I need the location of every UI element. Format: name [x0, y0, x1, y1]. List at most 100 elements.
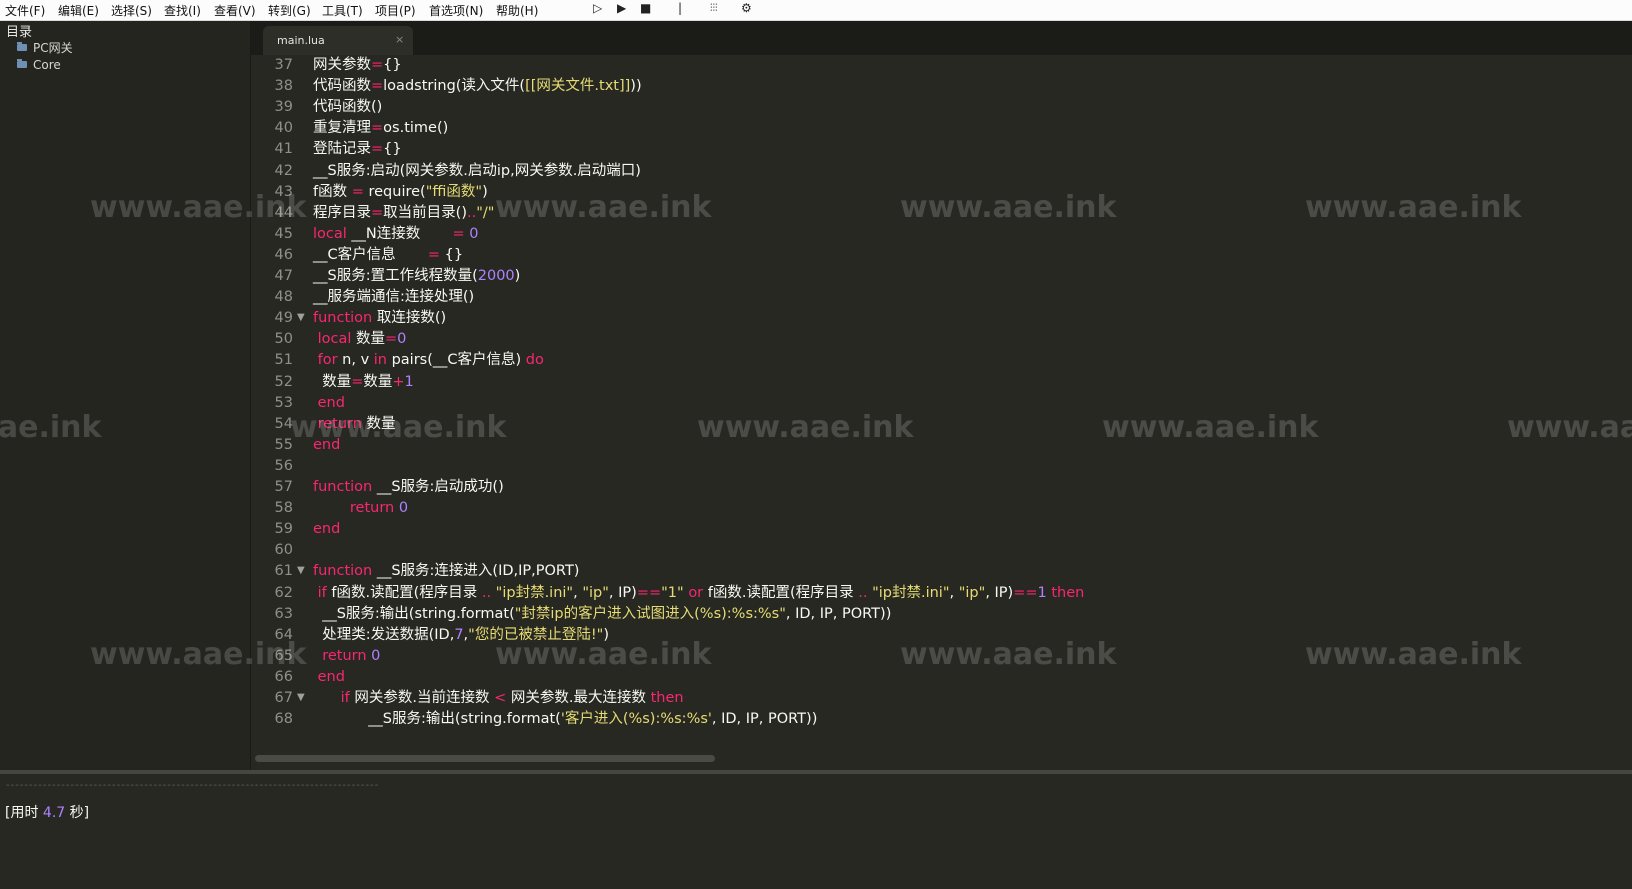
- line-number: 67: [274, 690, 293, 706]
- code-line[interactable]: 49 ▼ function 取连接数(): [251, 307, 1632, 329]
- line-number: 57: [274, 479, 293, 495]
- sidebar-item-pc-gateway[interactable]: PC网关: [17, 39, 73, 56]
- code-line[interactable]: 61 ▼ function __S服务:连接进入(ID,IP,PORT): [251, 560, 1632, 582]
- watermark: www.aae.ink: [697, 410, 914, 445]
- code-text: if f函数.读配置(程序目录 .. "ip封禁.ini", "ip", IP)…: [317, 584, 1085, 601]
- code-text: 代码函数=loadstring(读入文件([[网关文件.txt]])): [313, 78, 642, 95]
- fold-arrow-icon[interactable]: ▼: [297, 560, 305, 582]
- menu-help[interactable]: 帮助(H): [496, 2, 538, 19]
- menu-project[interactable]: 项目(P): [375, 2, 416, 19]
- tab-bar: main.lua ×: [251, 21, 1632, 55]
- sidebar-item-label: PC网关: [33, 41, 73, 55]
- code-text: end: [313, 521, 341, 538]
- code-text: 登陆记录={}: [313, 141, 402, 158]
- code-line[interactable]: 56: [251, 455, 1632, 477]
- code-text: f函数 = require("ffi函数"): [313, 183, 488, 200]
- code-line[interactable]: 47 __S服务:置工作线程数量(2000): [251, 265, 1632, 287]
- menu-tools[interactable]: 工具(T): [322, 2, 363, 19]
- code-line[interactable]: 40 重复清理=os.time(): [251, 117, 1632, 139]
- sidebar-item-core[interactable]: Core: [17, 58, 61, 72]
- code-text: __C客户信息 = {}: [313, 246, 464, 263]
- watermark: www.aae.ink: [1305, 190, 1522, 225]
- line-number: 41: [274, 141, 293, 158]
- code-text: 网关参数={}: [313, 57, 402, 73]
- line-number: 49: [274, 310, 293, 327]
- watermark: www.aae.ink: [290, 410, 507, 445]
- code-line[interactable]: 63 __S服务:输出(string.format("封禁ip的客户进入试图进入…: [251, 603, 1632, 625]
- menu-select[interactable]: 选择(S): [111, 2, 152, 19]
- code-line[interactable]: 60: [251, 539, 1632, 561]
- close-icon[interactable]: ×: [395, 33, 404, 46]
- watermark: www.aae.ink: [1507, 410, 1632, 445]
- line-number: 38: [274, 78, 293, 95]
- code-line[interactable]: 62 if f函数.读配置(程序目录 .. "ip封禁.ini", "ip", …: [251, 582, 1632, 604]
- code-line[interactable]: 38 代码函数=loadstring(读入文件([[网关文件.txt]])): [251, 75, 1632, 97]
- menu-bar: 文件(F) 编辑(E) 选择(S) 查找(I) 查看(V) 转到(G) 工具(T…: [0, 0, 1632, 21]
- menu-view[interactable]: 查看(V): [214, 2, 256, 19]
- watermark: www.aae.ink: [90, 637, 307, 672]
- watermark: www.aae.ink: [1305, 637, 1522, 672]
- code-line[interactable]: 52 数量=数量+1: [251, 371, 1632, 393]
- line-number: 48: [274, 289, 293, 306]
- sidebar-item-label: Core: [33, 58, 61, 72]
- run-outline-icon[interactable]: ▷: [593, 1, 602, 15]
- line-number: 50: [274, 331, 293, 348]
- line-number: 54: [274, 415, 293, 432]
- code-line[interactable]: 37 网关参数={}: [251, 55, 1632, 76]
- code-line[interactable]: 51 for n, v in pairs(__C客户信息) do: [251, 349, 1632, 371]
- watermark: www.aae.ink: [495, 190, 712, 225]
- code-line[interactable]: 67 ▼ if 网关参数.当前连接数 < 网关参数.最大连接数 then: [251, 687, 1632, 709]
- code-text: function 取连接数(): [313, 310, 447, 327]
- watermark: www.aae.ink: [90, 190, 307, 225]
- menu-edit[interactable]: 编辑(E): [58, 2, 99, 19]
- code-text: __S服务:置工作线程数量(2000): [313, 268, 521, 284]
- code-line[interactable]: 48 __服务端通信:连接处理(): [251, 286, 1632, 308]
- code-line[interactable]: 59 end: [251, 518, 1632, 540]
- code-line[interactable]: 50 local 数量=0: [251, 328, 1632, 350]
- code-line[interactable]: 39 代码函数(): [251, 96, 1632, 118]
- code-line[interactable]: 57 function __S服务:启动成功(): [251, 476, 1632, 498]
- fold-arrow-icon[interactable]: ▼: [297, 307, 305, 329]
- code-line[interactable]: 46 __C客户信息 = {}: [251, 244, 1632, 266]
- run-icon[interactable]: ▶: [617, 1, 626, 15]
- watermark: www.aae.ink: [0, 410, 102, 445]
- code-text: 数量=数量+1: [313, 373, 414, 390]
- horizontal-scrollbar[interactable]: [255, 755, 715, 762]
- lines-icon[interactable]: ⫶⫶⫶: [710, 3, 718, 14]
- menu-file[interactable]: 文件(F): [5, 2, 45, 19]
- menu-preferences[interactable]: 首选项(N): [429, 2, 483, 19]
- code-text: local 数量=0: [317, 331, 407, 348]
- line-number: 60: [274, 542, 293, 559]
- watermark: www.aae.ink: [495, 637, 712, 672]
- code-line[interactable]: 41 登陆记录={}: [251, 138, 1632, 160]
- code-text: for n, v in pairs(__C客户信息) do: [317, 352, 544, 369]
- code-text: end: [317, 668, 345, 685]
- code-text: __S服务:启动(网关参数.启动ip,网关参数.启动端口): [313, 162, 641, 179]
- line-number: 53: [274, 394, 293, 411]
- code-line[interactable]: 45 local __N连接数 = 0: [251, 223, 1632, 245]
- code-text: return 0: [322, 647, 381, 664]
- line-number: 45: [274, 225, 293, 242]
- tab-main-lua[interactable]: main.lua ×: [263, 26, 413, 55]
- menu-find[interactable]: 查找(I): [164, 2, 201, 19]
- line-number: 37: [274, 57, 293, 73]
- fold-arrow-icon[interactable]: ▼: [297, 687, 305, 709]
- line-number: 56: [274, 457, 293, 474]
- settings-icon[interactable]: ⚙: [741, 1, 752, 15]
- line-number: 47: [274, 268, 293, 284]
- folder-icon: [17, 59, 27, 68]
- output-panel: ----------------------------------------…: [0, 770, 1632, 889]
- line-number: 42: [274, 162, 293, 179]
- menu-goto[interactable]: 转到(G): [268, 2, 311, 19]
- folder-icon: [17, 42, 27, 51]
- code-text: 程序目录=取当前目录().."/": [313, 204, 495, 221]
- output-separator: ----------------------------------------…: [6, 780, 380, 791]
- code-line[interactable]: 68 __S服务:输出(string.format('客户进入(%s):%s:%…: [251, 708, 1632, 730]
- code-line[interactable]: 42 __S服务:启动(网关参数.启动ip,网关参数.启动端口): [251, 160, 1632, 182]
- code-text: local __N连接数 = 0: [313, 225, 479, 242]
- stop-icon[interactable]: ■: [640, 1, 651, 15]
- code-text: __S服务:输出(string.format("封禁ip的客户进入试图进入(%s…: [313, 605, 892, 622]
- watermark: www.aae.ink: [900, 190, 1117, 225]
- line-number: 51: [274, 352, 293, 369]
- code-line[interactable]: 58 return 0: [251, 497, 1632, 519]
